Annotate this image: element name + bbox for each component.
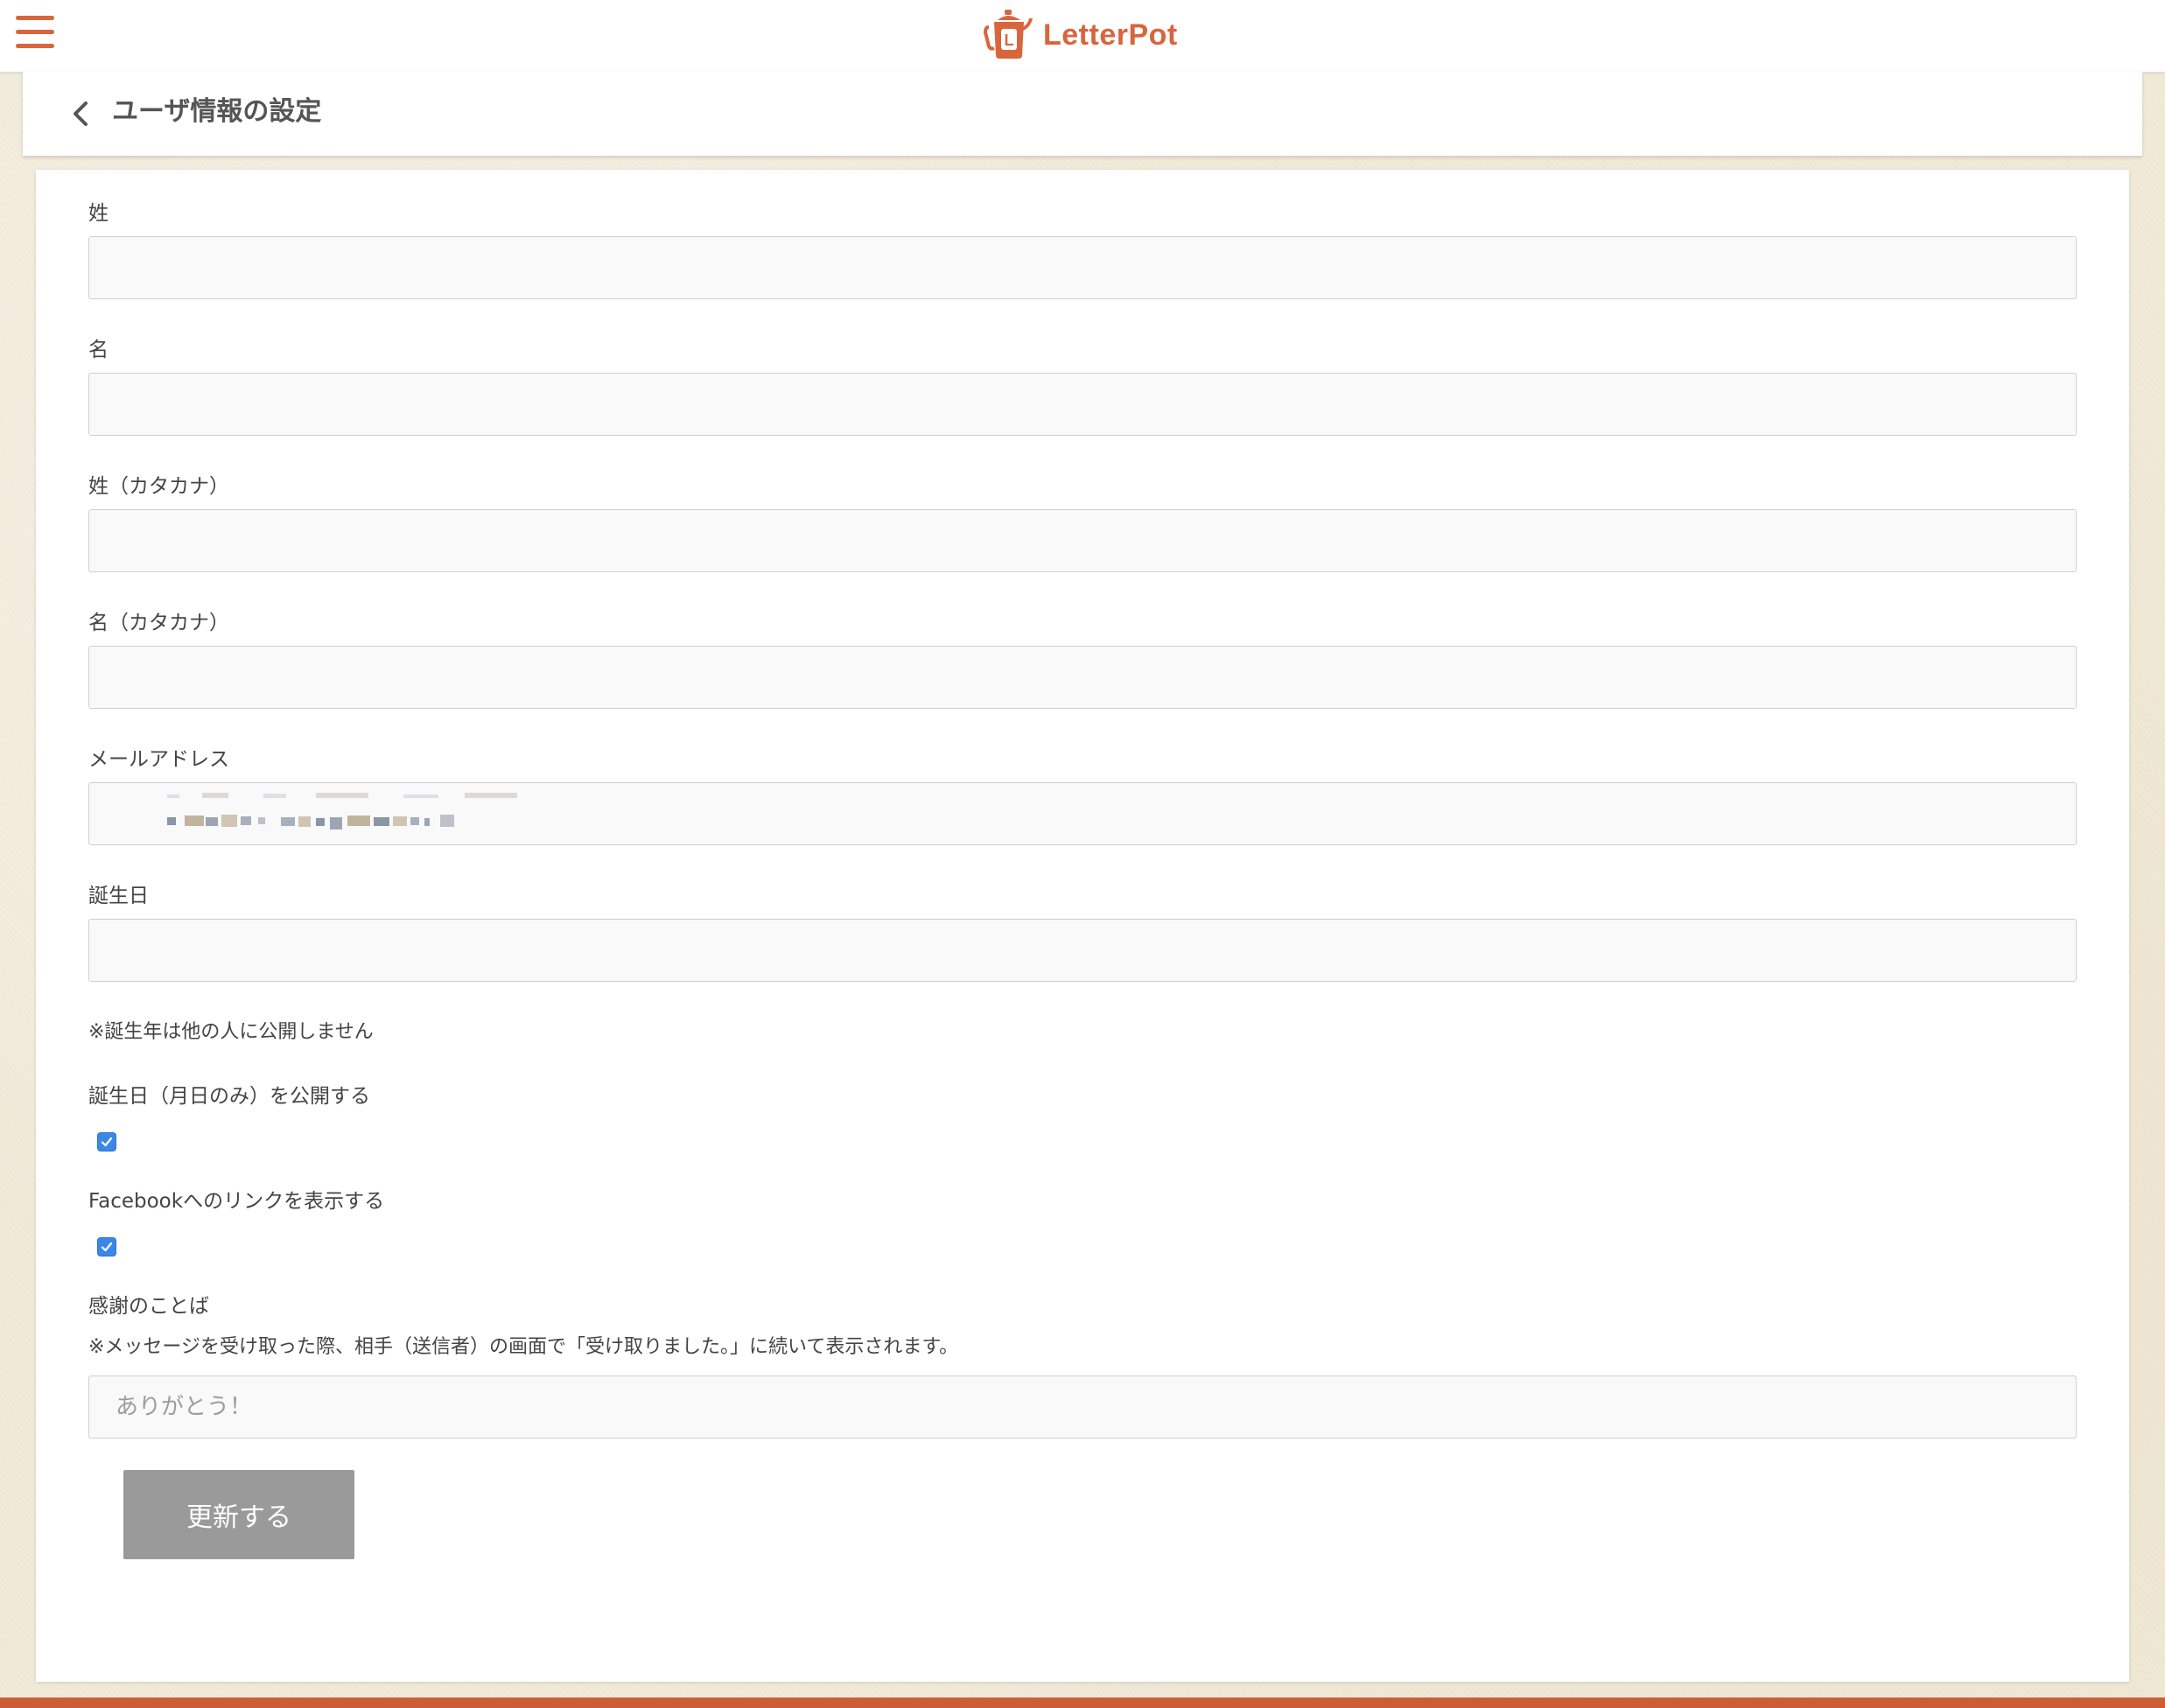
birthday-input[interactable] xyxy=(88,919,2077,982)
last-name-label: 姓 xyxy=(88,202,109,225)
chevron-left-icon[interactable] xyxy=(67,96,98,131)
first-name-input[interactable] xyxy=(88,373,2077,436)
thanks-message-label: 感謝のことば xyxy=(88,1295,209,1318)
publish-birthday-label: 誕生日（月日のみ）を公開する xyxy=(88,1085,370,1108)
first-name-kana-label: 名（カタカナ） xyxy=(88,612,229,634)
first-name-kana-input[interactable] xyxy=(88,646,2077,709)
email-label: メールアドレス xyxy=(88,748,229,771)
logo-text: LetterPot xyxy=(1043,18,1178,52)
top-navigation-bar: L LetterPot xyxy=(0,0,2165,73)
last-name-kana-input[interactable] xyxy=(88,509,2077,572)
letterpot-logo[interactable]: L LetterPot xyxy=(984,7,1178,63)
menu-line xyxy=(16,44,54,48)
publish-birthday-checkbox[interactable] xyxy=(97,1132,116,1152)
page-title: ユーザ情報の設定 xyxy=(112,96,322,127)
update-button[interactable]: 更新する xyxy=(123,1470,354,1559)
facebook-link-checkbox[interactable] xyxy=(97,1237,116,1256)
user-settings-form: 姓 名 姓（カタカナ） 名（カタカナ） メールアドレス 誕生日 ※誕生年は他の人… xyxy=(36,170,2129,1682)
page-header: ユーザ情報の設定 xyxy=(23,72,2142,156)
logo-letter: L xyxy=(1005,32,1014,49)
bottom-accent-bar xyxy=(0,1698,2165,1708)
thanks-message-note: ※メッセージを受け取った際、相手（送信者）の画面で「受け取りました。」に続いて表… xyxy=(88,1336,959,1358)
first-name-label: 名 xyxy=(88,339,109,361)
birthday-note: ※誕生年は他の人に公開しません xyxy=(88,1021,374,1043)
checkmark-icon xyxy=(101,1242,113,1252)
menu-line xyxy=(16,16,54,20)
last-name-input[interactable] xyxy=(88,236,2077,299)
email-field-wrapper xyxy=(88,782,2077,845)
hamburger-menu-icon[interactable] xyxy=(16,16,54,51)
thanks-message-input[interactable] xyxy=(88,1376,2077,1438)
last-name-kana-label: 姓（カタカナ） xyxy=(88,475,229,498)
birthday-label: 誕生日 xyxy=(88,885,149,907)
facebook-link-label: Facebookへのリンクを表示する xyxy=(88,1190,385,1213)
teapot-logo-icon: L xyxy=(984,10,1033,59)
checkmark-icon xyxy=(101,1137,113,1147)
menu-line xyxy=(16,30,54,34)
redacted-email-value xyxy=(167,793,517,830)
